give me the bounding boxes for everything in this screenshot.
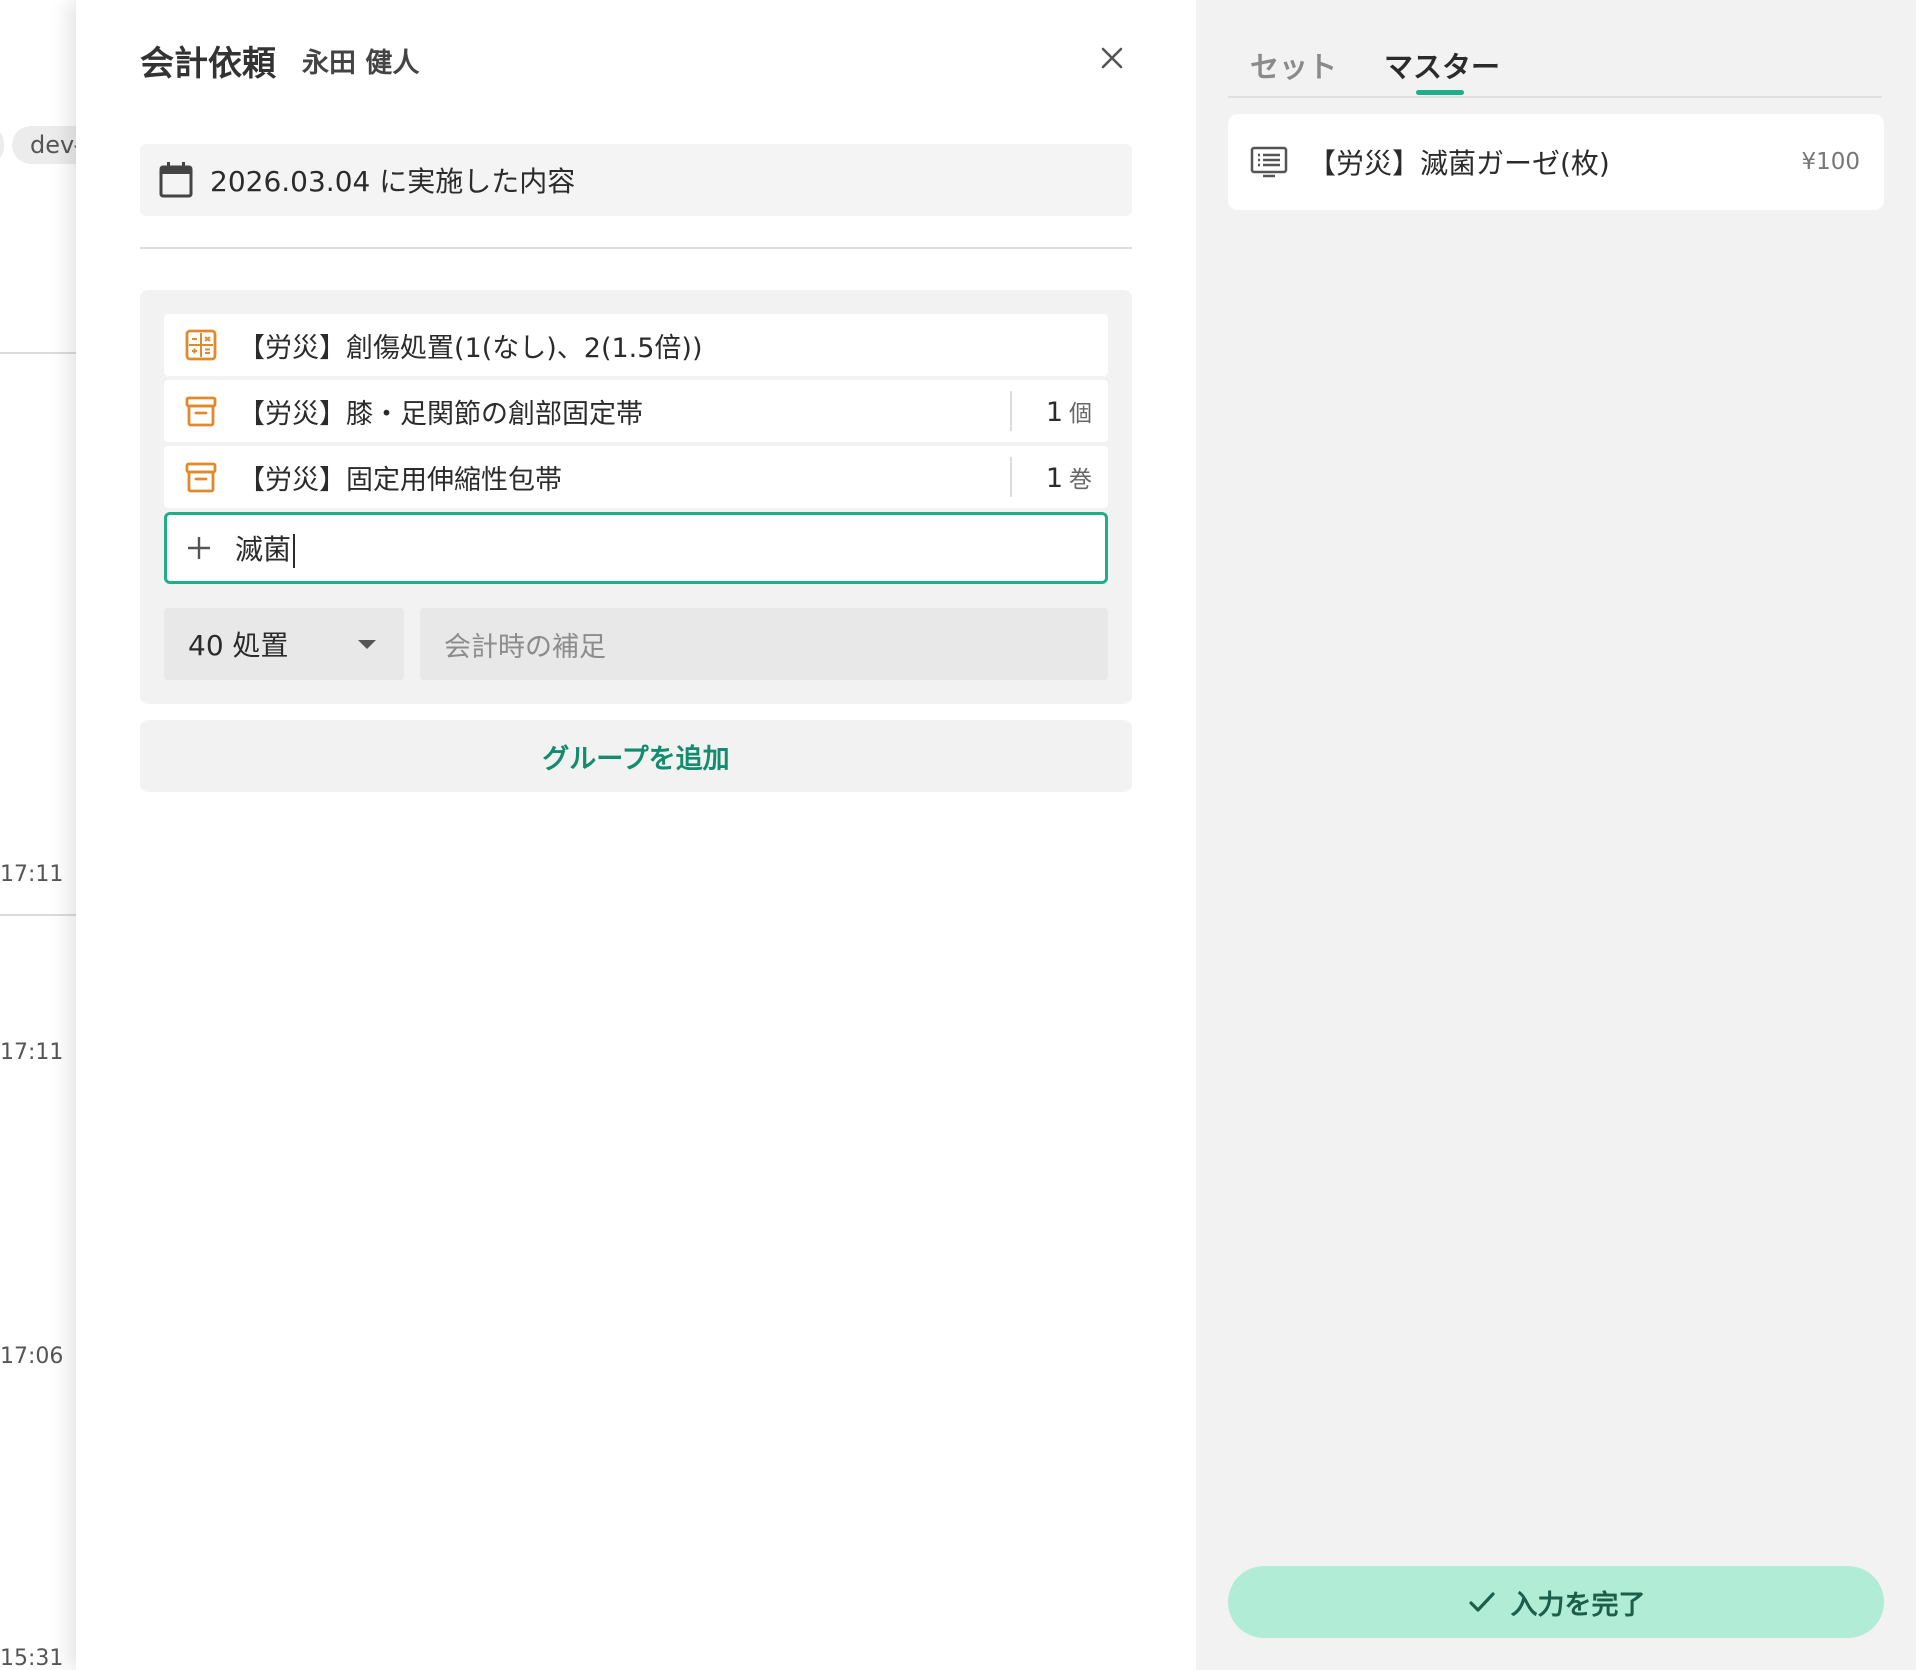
tab-master[interactable]: マスター <box>1384 44 1500 86</box>
complete-input-label: 入力を完了 <box>1510 1589 1646 1621</box>
patient-name: 永田 健人 <box>302 47 420 79</box>
billing-item-row[interactable]: 【労災】膝・足関節の創部固定帯 1個 <box>164 380 1108 442</box>
billing-item-label: 【労災】固定用伸縮性包帯 <box>238 464 562 496</box>
add-item-input-value: 滅菌 <box>235 528 296 568</box>
billing-item-label: 【労災】膝・足関節の創部固定帯 <box>238 398 643 430</box>
add-group-label: グループを追加 <box>542 743 730 775</box>
section-divider <box>140 247 1132 249</box>
background-divider <box>0 914 76 916</box>
background-chip-partial <box>0 126 4 164</box>
close-icon <box>1101 47 1123 69</box>
billing-item-row[interactable]: 【労災】創傷処置(1(なし)、2(1.5倍)) <box>164 314 1108 376</box>
search-side-panel: セット マスター 【労災】滅菌ガーゼ(枚) ¥100 入力を完了 <box>1196 0 1916 1670</box>
billing-note-input[interactable]: 会計時の補足 <box>420 608 1108 680</box>
calendar-icon <box>159 162 193 198</box>
tab-set[interactable]: セット <box>1250 44 1337 86</box>
master-result-list: 【労災】滅菌ガーゼ(枚) ¥100 <box>1228 114 1884 210</box>
background-time: 17:11 <box>0 862 64 887</box>
billing-item-label: 【労災】創傷処置(1(なし)、2(1.5倍)) <box>238 332 703 364</box>
check-icon <box>1468 1592 1495 1612</box>
close-button[interactable] <box>1092 38 1132 78</box>
dropdown-arrow-icon <box>358 640 376 649</box>
modal-title: 会計依頼 <box>140 43 276 84</box>
quantity-unit: 巻 <box>1069 467 1092 493</box>
billing-item-row[interactable]: 【労災】固定用伸縮性包帯 1巻 <box>164 446 1108 508</box>
billing-note-placeholder: 会計時の補足 <box>444 631 606 663</box>
plus-icon <box>188 537 210 559</box>
complete-input-button[interactable]: 入力を完了 <box>1228 1566 1884 1638</box>
billing-request-modal: 会計依頼 永田 健人 2026.03.04 に実施した内容 【労災】創傷処置(1… <box>76 0 1196 1670</box>
add-item-input[interactable]: 滅菌 <box>164 512 1108 584</box>
background-chip: dev- <box>12 126 76 164</box>
quantity-value: 1 <box>1045 463 1063 494</box>
category-select-value: 40 処置 <box>188 629 289 662</box>
master-result-item[interactable]: 【労災】滅菌ガーゼ(枚) ¥100 <box>1228 126 1884 198</box>
modal-header: 会計依頼 永田 健人 <box>140 36 1132 84</box>
billing-group: 【労災】創傷処置(1(なし)、2(1.5倍)) 【労災】膝・足関節の創部固定帯 … <box>140 290 1132 704</box>
calculator-icon <box>185 329 217 361</box>
background-time: 17:11 <box>0 1040 64 1065</box>
performed-date: 2026.03.04 に実施した内容 <box>140 144 1132 216</box>
master-result-price: ¥100 <box>1801 149 1860 175</box>
quantity-field[interactable]: 1個 <box>1012 394 1108 428</box>
category-select[interactable]: 40 処置 <box>164 608 404 680</box>
quantity-unit: 個 <box>1069 401 1092 427</box>
archive-box-icon <box>185 462 217 493</box>
quantity-value: 1 <box>1045 397 1063 428</box>
quantity-field[interactable]: 1巻 <box>1012 460 1108 494</box>
background-page: dev- 17:11 17:11 17:06 15:31 <box>0 0 76 1670</box>
master-result-label: 【労災】滅菌ガーゼ(枚) <box>1308 147 1610 180</box>
list-card-icon <box>1250 146 1288 178</box>
performed-date-text: 2026.03.04 に実施した内容 <box>210 165 576 198</box>
add-group-button[interactable]: グループを追加 <box>140 720 1132 792</box>
archive-box-icon <box>185 396 217 427</box>
background-divider <box>0 352 76 354</box>
background-time: 15:31 <box>0 1646 64 1670</box>
text-caret <box>293 534 296 568</box>
background-time: 17:06 <box>0 1344 64 1369</box>
active-tab-indicator <box>1416 90 1464 95</box>
panel-tabs: セット マスター <box>1228 36 1882 98</box>
